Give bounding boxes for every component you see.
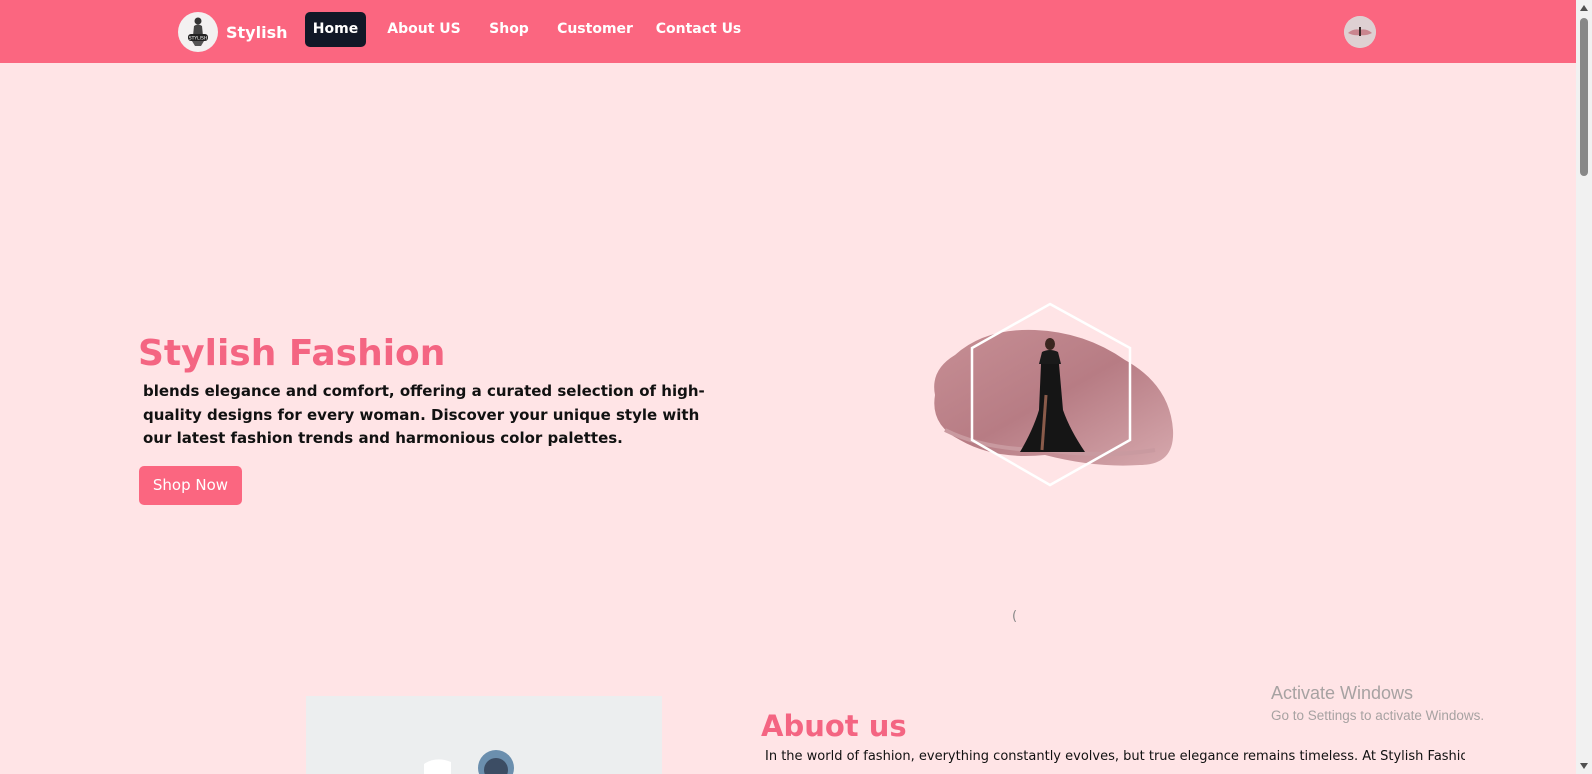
hero-image: [925, 300, 1180, 490]
nav-contact-us[interactable]: Contact Us: [654, 12, 743, 47]
shop-now-button[interactable]: Shop Now: [139, 466, 242, 505]
brand-logo-icon: STYLISH: [178, 12, 218, 52]
nav-about-us[interactable]: About US: [384, 12, 464, 47]
stray-paren-text: (: [1012, 609, 1018, 624]
navbar: STYLISH Stylish Home About US Shop Custo…: [0, 0, 1576, 63]
hero-description: blends elegance and comfort, offering a …: [143, 382, 705, 447]
about-text: In the world of fashion, everything cons…: [765, 749, 1465, 764]
about-title: Abuot us: [761, 709, 907, 743]
scroll-thumb[interactable]: [1580, 18, 1588, 176]
brand[interactable]: STYLISH Stylish: [178, 12, 287, 52]
logo-text: STYLISH: [189, 36, 207, 42]
nav-customer[interactable]: Customer: [554, 12, 636, 47]
about-image: [306, 696, 662, 774]
hero-title: Stylish Fashion: [138, 333, 446, 374]
nav-home[interactable]: Home: [305, 12, 366, 47]
scrollbar[interactable]: [1576, 0, 1592, 774]
activate-windows-subtitle: Go to Settings to activate Windows.: [1271, 708, 1485, 723]
nav-shop[interactable]: Shop: [482, 12, 536, 47]
user-avatar-icon[interactable]: [1344, 16, 1376, 48]
scroll-up-arrow-icon[interactable]: [1580, 5, 1588, 11]
activate-windows-title: Activate Windows: [1271, 683, 1414, 703]
scroll-down-arrow-icon[interactable]: [1580, 763, 1588, 769]
brand-name: Stylish: [226, 22, 288, 42]
